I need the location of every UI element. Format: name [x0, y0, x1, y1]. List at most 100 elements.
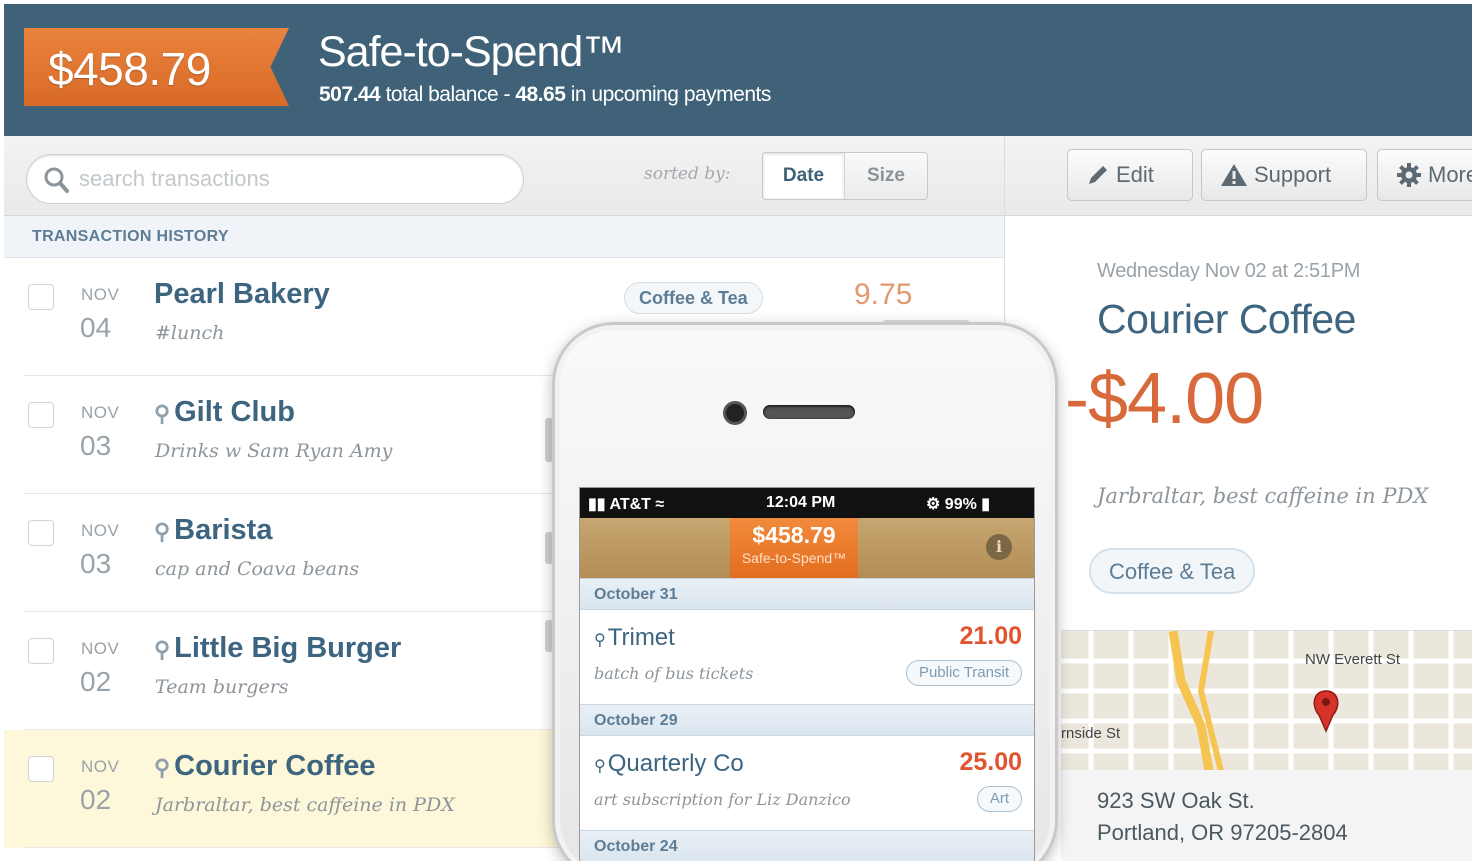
tx-month: NOV: [81, 757, 120, 776]
detail-memo: Jarbraltar, best caffeine in PDX: [1097, 484, 1429, 508]
section-header-label: TRANSACTION HISTORY: [32, 228, 229, 245]
phone-transaction-row[interactable]: ⚲Quarterly Co art subscription for Liz D…: [580, 736, 1034, 830]
tx-memo: #lunch: [155, 322, 225, 344]
list-toolbar: sorted by: Date Size: [4, 136, 1004, 216]
row-checkbox[interactable]: [28, 402, 54, 428]
tx-name-text: Little Big Burger: [174, 632, 402, 664]
row-checkbox[interactable]: [28, 756, 54, 782]
tx-memo: Jarbraltar, best caffeine in PDX: [155, 794, 455, 816]
signal-icon: ▮▮: [588, 496, 606, 513]
address-line2: Portland, OR 97205-2804: [1097, 820, 1348, 845]
tx-name-text: Courier Coffee: [174, 750, 376, 782]
upcoming-value: 48.65: [515, 83, 566, 106]
search-icon: [44, 167, 69, 193]
phone-mockup: ▮▮ AT&T ≈ 12:04 PM ⚙ 99% ▮ $458.79 Safe-…: [552, 322, 1058, 861]
phone-app-header: $458.79 Safe-to-Spend™ i: [580, 518, 1034, 578]
tx-month: NOV: [81, 285, 120, 304]
gear-icon: [1397, 163, 1421, 187]
safe-to-spend-badge[interactable]: $458.79: [24, 28, 289, 106]
battery-icon: ▮: [981, 496, 991, 513]
phone-safe-to-spend-badge[interactable]: $458.79 Safe-to-Spend™: [730, 518, 858, 578]
sort-size-button[interactable]: Size: [845, 153, 927, 199]
warning-icon: [1221, 164, 1247, 186]
phone-section-date: October 31: [594, 586, 678, 603]
tx-name-text: Gilt Club: [174, 396, 295, 428]
battery-percent: 99%: [944, 496, 977, 513]
phone-tx-name: ⚲Quarterly Co: [594, 750, 744, 778]
phone-category-tag[interactable]: Art: [976, 786, 1022, 812]
address-line1: 923 SW Oak St.: [1097, 788, 1255, 813]
location-map[interactable]: NW Everett St rnside St: [1061, 630, 1472, 770]
row-checkbox[interactable]: [28, 520, 54, 546]
tx-day: 04: [80, 312, 112, 343]
sort-label: sorted by:: [644, 164, 731, 184]
pencil-icon: [1089, 166, 1107, 184]
tx-memo: cap and Coava beans: [155, 558, 360, 580]
total-balance-label: total balance -: [385, 83, 511, 106]
transaction-detail-pane: Edit Support More Wednesday Nov 02 at 2:…: [1004, 136, 1472, 861]
sort-date-button[interactable]: Date: [763, 153, 845, 199]
tx-day: 03: [80, 548, 112, 579]
phone-speaker: [763, 405, 855, 419]
phone-tx-memo: batch of bus tickets: [594, 664, 754, 683]
phone-date-section: October 29: [580, 704, 1034, 736]
tx-name: ⚲ Little Big Burger: [154, 632, 401, 665]
support-button-label: Support: [1254, 162, 1332, 187]
tx-name-text: Barista: [174, 514, 273, 546]
tx-name: ⚲ Courier Coffee: [154, 750, 376, 783]
phone-safe-label: Safe-to-Spend™: [741, 550, 847, 566]
row-checkbox[interactable]: [28, 284, 54, 310]
more-button-label: More: [1428, 162, 1472, 187]
tx-day: 02: [80, 666, 112, 697]
tx-name: ⚲ Barista: [154, 514, 272, 547]
balance-summary: 507.44 total balance - 48.65 in upcoming…: [319, 83, 771, 107]
location-pin-icon: ⚲: [594, 632, 606, 649]
tx-month: NOV: [81, 639, 120, 658]
address-block: 923 SW Oak St. Portland, OR 97205-2804: [1061, 770, 1472, 861]
tx-memo: Team burgers: [155, 676, 289, 698]
phone-status-bar: ▮▮ AT&T ≈ 12:04 PM ⚙ 99% ▮: [580, 488, 1034, 518]
phone-category-tag[interactable]: Public Transit: [905, 660, 1022, 686]
location-pin-icon: ⚲: [154, 755, 171, 780]
phone-tx-name-text: Quarterly Co: [607, 750, 744, 777]
support-button[interactable]: Support: [1201, 149, 1367, 201]
tx-amount: 9.75: [854, 278, 913, 311]
phone-tx-name: ⚲Trimet: [594, 624, 675, 652]
phone-date-section: October 31: [580, 578, 1034, 610]
phone-section-date: October 24: [594, 838, 678, 855]
phone-safe-amount: $458.79: [752, 522, 836, 548]
tx-day: 02: [80, 784, 112, 815]
tx-month: NOV: [81, 521, 120, 540]
wifi-icon: ≈: [655, 496, 665, 513]
row-checkbox[interactable]: [28, 638, 54, 664]
tx-month: NOV: [81, 403, 120, 422]
detail-datetime: Wednesday Nov 02 at 2:51PM: [1097, 260, 1361, 282]
location-pin-icon: ⚲: [154, 401, 171, 426]
map-street-label: NW Everett St: [1305, 651, 1401, 668]
phone-date-section: October 24: [580, 830, 1034, 861]
carrier-name: AT&T: [609, 496, 651, 513]
phone-transaction-row[interactable]: ⚲Trimet batch of bus tickets 21.00 Publi…: [580, 610, 1034, 704]
phone-camera: [723, 401, 747, 425]
detail-category-tag[interactable]: Coffee & Tea: [1089, 548, 1256, 594]
search-input[interactable]: [79, 165, 499, 193]
more-button[interactable]: More: [1377, 149, 1472, 201]
search-box[interactable]: [26, 154, 524, 204]
tx-name-text: Pearl Bakery: [154, 278, 330, 310]
tx-memo: Drinks w Sam Ryan Amy: [155, 440, 393, 462]
detail-merchant-name: Courier Coffee: [1097, 296, 1356, 342]
sort-toggle: Date Size: [762, 152, 928, 200]
detail-amount: -$4.00: [1065, 359, 1264, 439]
location-pin-icon: ⚲: [154, 519, 171, 544]
safe-to-spend-title: Safe-to-Spend™: [318, 28, 625, 76]
map-street-label: rnside St: [1061, 725, 1121, 742]
total-balance-value: 507.44: [319, 83, 381, 106]
location-pin-icon: ⚲: [154, 637, 171, 662]
section-header: TRANSACTION HISTORY: [4, 216, 1004, 258]
safe-to-spend-amount: $458.79: [48, 43, 211, 95]
phone-time: 12:04 PM: [766, 494, 836, 511]
edit-button[interactable]: Edit: [1067, 149, 1193, 201]
info-icon[interactable]: i: [986, 534, 1012, 560]
category-tag[interactable]: Coffee & Tea: [624, 282, 763, 314]
phone-tx-amount: 25.00: [959, 748, 1022, 776]
